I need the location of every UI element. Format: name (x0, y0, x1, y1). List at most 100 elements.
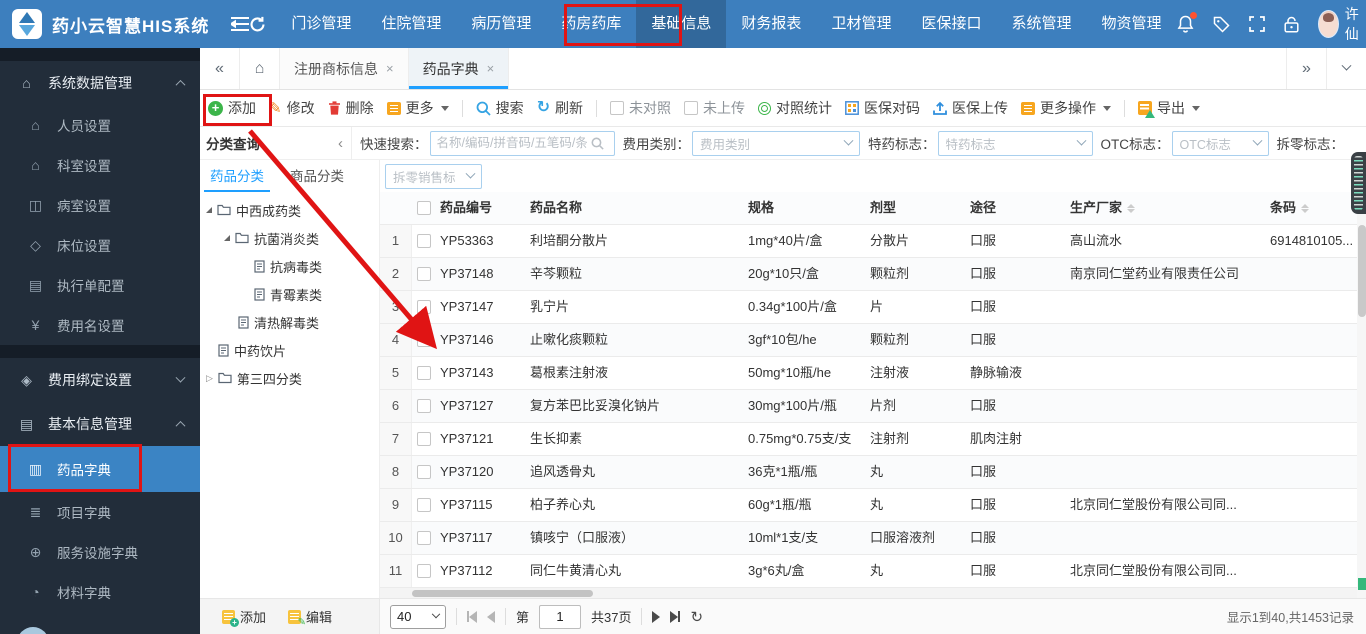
unuploaded-checkbox[interactable]: 未上传 (683, 98, 745, 118)
row-checkbox[interactable] (417, 300, 431, 314)
select-all-checkbox[interactable] (417, 201, 431, 215)
tree-add-button[interactable]: + 添加 (222, 607, 266, 627)
row-checkbox[interactable] (417, 564, 431, 578)
col-manufacturer[interactable]: 生产厂家 (1066, 192, 1266, 224)
sidebar-item-bed[interactable]: ◇ 床位设置 (0, 225, 200, 265)
sidebar-item-exec-order[interactable]: ▤ 执行单配置 (0, 265, 200, 305)
compare-stats-button[interactable]: 对照统计 (757, 98, 832, 118)
row-checkbox[interactable] (417, 267, 431, 281)
user-menu[interactable]: 许仙 (1317, 4, 1366, 44)
home-tab-icon[interactable]: ⌂ (240, 48, 280, 89)
refresh-page-icon[interactable] (249, 0, 266, 48)
fee-type-select[interactable]: 费用类别 (692, 130, 860, 156)
sidebar-item-project-dictionary[interactable]: ≣ 项目字典 (0, 492, 200, 532)
tabs-menu-icon[interactable] (1326, 48, 1366, 89)
table-row[interactable]: 8 YP37120 追风透骨丸 36克*1瓶/瓶 丸 口服 (380, 456, 1366, 489)
tree-node-third-fourth[interactable]: ▷ 第三四分类 (200, 364, 379, 392)
tree-node-cw-patent[interactable]: 中西成药类 (200, 196, 379, 224)
tree-tab-goods-category[interactable]: 商品分类 (290, 165, 344, 192)
sidebar-section-fee-binding[interactable]: ◈ 费用绑定设置 (0, 358, 200, 402)
export-button[interactable]: 导出 (1137, 98, 1200, 118)
horizontal-scrollbar[interactable] (380, 588, 1366, 598)
tab-drug-dictionary[interactable]: 药品字典 × (408, 48, 510, 89)
tree-node-antibacterial[interactable]: 抗菌消炎类 (200, 224, 379, 252)
top-nav-item[interactable]: 物资管理 (1086, 0, 1176, 48)
sort-icon[interactable] (1127, 203, 1136, 213)
row-checkbox[interactable] (417, 234, 431, 248)
sidebar-item-department[interactable]: ⌂ 科室设置 (0, 145, 200, 185)
tree-tab-drug-category[interactable]: 药品分类 (204, 165, 270, 192)
table-row[interactable]: 1 YP53363 利培酮分散片 1mg*40片/盒 分散片 口服 高山流水 6… (380, 225, 1366, 258)
page-size-select[interactable]: 40 (390, 604, 446, 629)
prev-page-button[interactable] (487, 610, 495, 623)
table-row[interactable]: 3 YP37147 乳宁片 0.34g*100片/盒 片 口服 (380, 291, 1366, 324)
row-checkbox[interactable] (417, 498, 431, 512)
tree-node-heat-clearing[interactable]: 清热解毒类 (200, 308, 379, 336)
sidebar-item-service-facility-dictionary[interactable]: ⊕ 服务设施字典 (0, 532, 200, 572)
tabs-scroll-left-icon[interactable]: « (200, 48, 240, 89)
panel-scrollbar[interactable] (1351, 152, 1366, 214)
split-sale-select[interactable]: 拆零销售标 (385, 163, 482, 189)
edit-button[interactable]: ✎ 修改 (269, 98, 315, 118)
sort-icon[interactable] (1301, 203, 1310, 213)
tree-edit-button[interactable]: ✎ 编辑 (288, 607, 332, 628)
add-button[interactable]: + 添加 (208, 98, 256, 118)
checkbox-icon[interactable] (683, 101, 698, 115)
top-nav-item[interactable]: 药房药库 (546, 0, 636, 48)
first-page-button[interactable] (467, 610, 477, 623)
tag-icon[interactable] (1213, 16, 1230, 33)
row-checkbox[interactable] (417, 333, 431, 347)
horizontal-scrollbar-thumb[interactable] (412, 589, 593, 597)
top-nav-item[interactable]: 卫材管理 (816, 0, 906, 48)
tree-node-penicillin[interactable]: 青霉素类 (200, 280, 379, 308)
page-number-input[interactable] (539, 604, 582, 629)
insurance-code-match-button[interactable]: 医保对码 (845, 98, 920, 118)
top-nav-item[interactable]: 门诊管理 (276, 0, 366, 48)
top-nav-item[interactable]: 住院管理 (366, 0, 456, 48)
collapsed-triangle-icon[interactable]: ▷ (206, 373, 213, 384)
reload-icon[interactable]: ↻ (690, 608, 703, 626)
expanded-triangle-icon[interactable] (224, 235, 230, 241)
more-button[interactable]: 更多 (386, 98, 449, 118)
insurance-upload-button[interactable]: 医保上传 (933, 98, 1008, 118)
vertical-scrollbar-thumb[interactable] (1357, 225, 1366, 317)
expanded-triangle-icon[interactable] (206, 207, 212, 213)
sidebar-section-basic-info[interactable]: ▤ 基本信息管理 (0, 402, 200, 446)
vertical-scrollbar[interactable] (1357, 192, 1366, 598)
row-checkbox[interactable] (417, 432, 431, 446)
tab-trademark-info[interactable]: 注册商标信息 × (280, 48, 409, 89)
quick-search-input[interactable] (430, 136, 591, 150)
unmatched-checkbox[interactable]: 未对照 (609, 98, 671, 118)
table-row[interactable]: 10 YP37117 镇咳宁（口服液） 10ml*1支/支 口服溶液剂 口服 (380, 522, 1366, 555)
fullscreen-icon[interactable] (1248, 16, 1265, 32)
sidebar-toggle-icon[interactable] (231, 0, 250, 48)
next-page-button[interactable] (652, 610, 661, 623)
sidebar-item-personnel[interactable]: ⌂ 人员设置 (0, 105, 200, 145)
search-button[interactable]: 搜索 (476, 98, 524, 118)
delete-button[interactable]: 删除 (328, 98, 374, 118)
top-nav-item[interactable]: 系统管理 (996, 0, 1086, 48)
table-row[interactable]: 9 YP37115 柏子养心丸 60g*1瓶/瓶 丸 口服 北京同仁堂股份有限公… (380, 489, 1366, 522)
collapse-panel-icon[interactable]: ‹ (338, 135, 343, 152)
tree-node-herbal-pieces[interactable]: 中药饮片 (200, 336, 379, 364)
row-checkbox[interactable] (417, 465, 431, 479)
sidebar-item-ward[interactable]: ◫ 病室设置 (0, 185, 200, 225)
top-nav-item[interactable]: 病历管理 (456, 0, 546, 48)
table-row[interactable]: 6 YP37127 复方苯巴比妥溴化钠片 30mg*100片/瓶 片剂 口服 (380, 390, 1366, 423)
last-page-button[interactable] (670, 610, 681, 623)
tree-node-antiviral[interactable]: 抗病毒类 (200, 252, 379, 280)
top-nav-item[interactable]: 医保接口 (906, 0, 996, 48)
otc-select[interactable]: OTC标志 (1171, 130, 1269, 156)
table-row[interactable]: 5 YP37143 葛根素注射液 50mg*10瓶/he 注射液 静脉输液 (380, 357, 1366, 390)
sidebar-item-material-dictionary[interactable]: ◔ 材料字典 (0, 572, 200, 612)
top-nav-item[interactable]: 基础信息 (636, 0, 727, 48)
notification-bell-icon[interactable] (1177, 12, 1197, 33)
sidebar-section-system-data[interactable]: ⌂ 系统数据管理 (0, 61, 200, 105)
close-icon[interactable]: × (386, 61, 394, 76)
top-nav-item[interactable]: 财务报表 (726, 0, 816, 48)
refresh-button[interactable]: ↻ 刷新 (537, 98, 583, 118)
lock-icon[interactable] (1283, 16, 1299, 33)
row-checkbox[interactable] (417, 366, 431, 380)
table-row[interactable]: 7 YP37121 生长抑素 0.75mg*0.75支/支 注射剂 肌肉注射 (380, 423, 1366, 456)
row-checkbox[interactable] (417, 399, 431, 413)
